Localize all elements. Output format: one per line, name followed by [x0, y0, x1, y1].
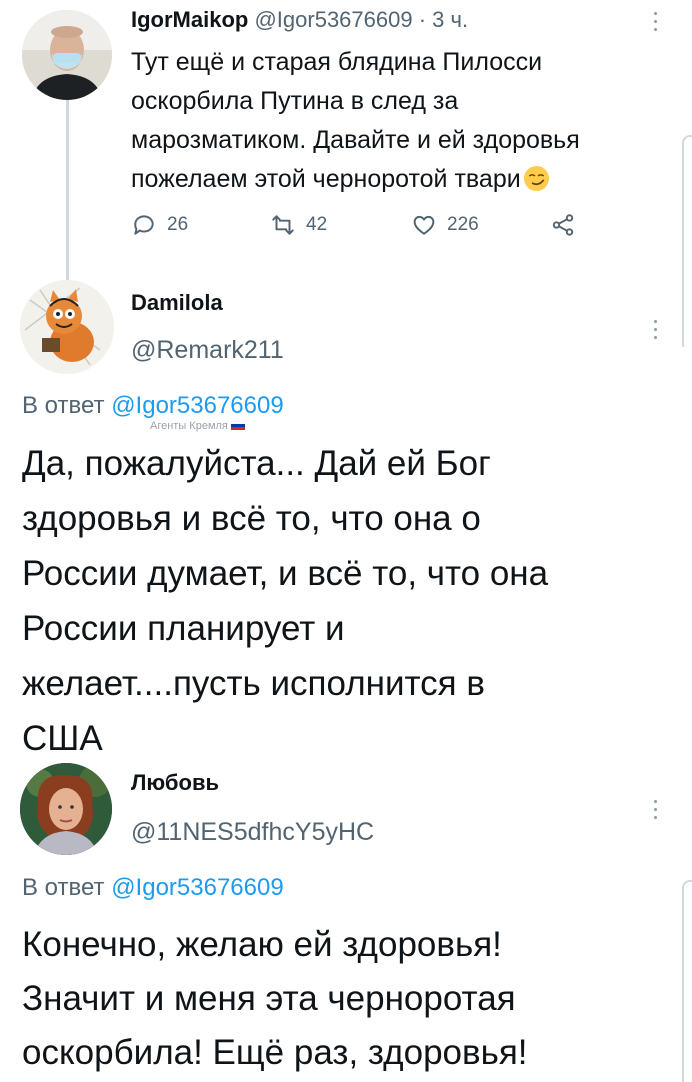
author-name[interactable]: IgorMaikop	[131, 7, 248, 32]
retweet-count: 42	[306, 214, 328, 235]
thread-line	[66, 100, 69, 280]
reply-context: В ответ	[22, 874, 105, 901]
scroll-edge	[682, 135, 692, 347]
avatar[interactable]	[20, 763, 112, 855]
avatar-photo	[20, 763, 112, 855]
reply-icon	[134, 215, 154, 235]
scroll-edge	[682, 880, 692, 1082]
tweet-text: Да, пожалуйста... Дай ей Бог здоровья и …	[22, 444, 549, 758]
reply-to-link[interactable]: @Igor53676609	[111, 874, 284, 901]
avatar[interactable]	[20, 280, 114, 374]
more-options-icon[interactable]	[652, 12, 658, 31]
like-count: 226	[447, 214, 479, 235]
author-handle[interactable]: @Remark211	[131, 336, 284, 365]
avatar-cartoon-cat	[20, 280, 114, 374]
author-handle[interactable]: @Igor53676609	[254, 7, 412, 32]
retweet-icon	[272, 215, 294, 235]
watermark: Агенты Кремля	[150, 420, 246, 432]
reply-button[interactable]: 26	[131, 212, 188, 238]
author-name[interactable]: Любовь	[131, 770, 219, 796]
share-icon	[552, 214, 574, 236]
reply-context: В ответ	[22, 392, 105, 419]
more-options-icon[interactable]	[652, 800, 658, 819]
tweet-text: Конечно, желаю ей здоровья! Значит и мен…	[22, 925, 528, 1072]
author-name[interactable]: Damilola	[131, 290, 223, 316]
author-handle[interactable]: @11NES5dfhcY5yHC	[131, 818, 374, 847]
smirking-face-icon	[523, 165, 549, 192]
avatar[interactable]	[22, 10, 112, 100]
tweet-time[interactable]: · 3 ч.	[419, 7, 468, 32]
tweet-text: Тут ещё и старая блядина Пилосси оскорби…	[131, 48, 580, 193]
share-button[interactable]	[550, 212, 576, 238]
reply-to-link[interactable]: @Igor53676609	[111, 392, 284, 419]
avatar-photo	[22, 10, 112, 100]
russian-flag-icon	[230, 420, 246, 430]
reply-count: 26	[167, 214, 189, 235]
retweet-button[interactable]: 42	[270, 212, 327, 238]
heart-icon	[413, 215, 435, 235]
more-options-icon[interactable]	[652, 320, 658, 339]
like-button[interactable]: 226	[411, 212, 479, 238]
